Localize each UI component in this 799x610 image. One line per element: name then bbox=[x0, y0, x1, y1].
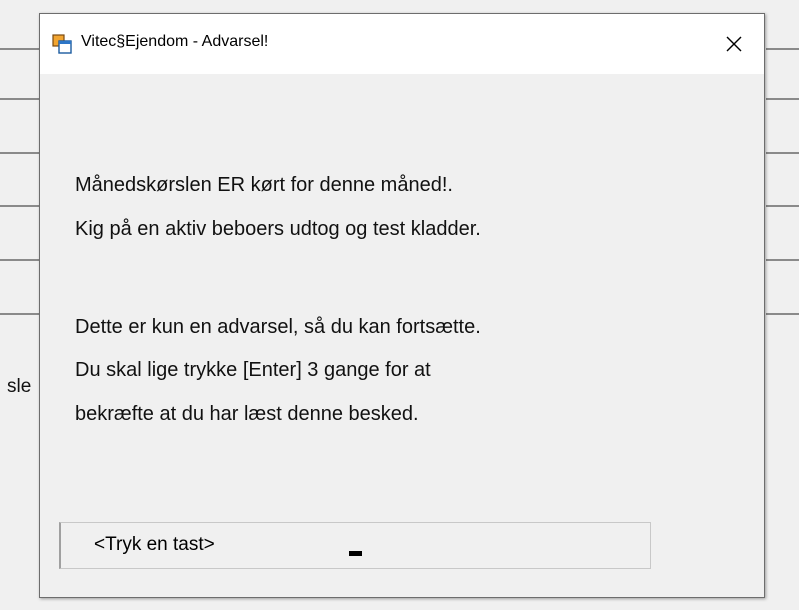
warning-dialog: Vitec§Ejendom - Advarsel! Månedskørslen … bbox=[39, 13, 765, 598]
dialog-title: Vitec§Ejendom - Advarsel! bbox=[81, 33, 269, 50]
text-cursor bbox=[349, 551, 362, 556]
background-field-line bbox=[0, 313, 40, 315]
background-field-line bbox=[766, 98, 799, 100]
background-field-line bbox=[0, 205, 40, 207]
dialog-titlebar[interactable]: Vitec§Ejendom - Advarsel! bbox=[40, 14, 764, 74]
message-line: Månedskørslen ER kørt for denne måned!. bbox=[75, 174, 453, 196]
close-button[interactable] bbox=[704, 14, 764, 74]
background-field-line bbox=[766, 259, 799, 261]
message-line: Dette er kun en advarsel, så du kan fort… bbox=[75, 316, 481, 338]
key-prompt-panel[interactable]: <Tryk en tast> bbox=[59, 522, 651, 569]
background-field-line bbox=[766, 205, 799, 207]
message-line: bekræfte at du har læst denne besked. bbox=[75, 403, 419, 425]
message-line: Du skal lige trykke [Enter] 3 gange for … bbox=[75, 359, 431, 381]
background-field-line bbox=[0, 48, 40, 50]
background-field-line bbox=[0, 152, 40, 154]
app-window-icon bbox=[52, 34, 72, 54]
background-label: sle bbox=[7, 376, 32, 397]
background-field-line bbox=[766, 152, 799, 154]
message-line: Kig på en aktiv beboers udtog og test kl… bbox=[75, 218, 481, 240]
close-icon bbox=[725, 35, 743, 53]
background-field-line bbox=[766, 313, 799, 315]
background-field-line bbox=[766, 48, 799, 50]
background-field-line bbox=[0, 259, 40, 261]
background-field-line bbox=[0, 98, 40, 100]
press-key-prompt: <Tryk en tast> bbox=[94, 534, 215, 555]
